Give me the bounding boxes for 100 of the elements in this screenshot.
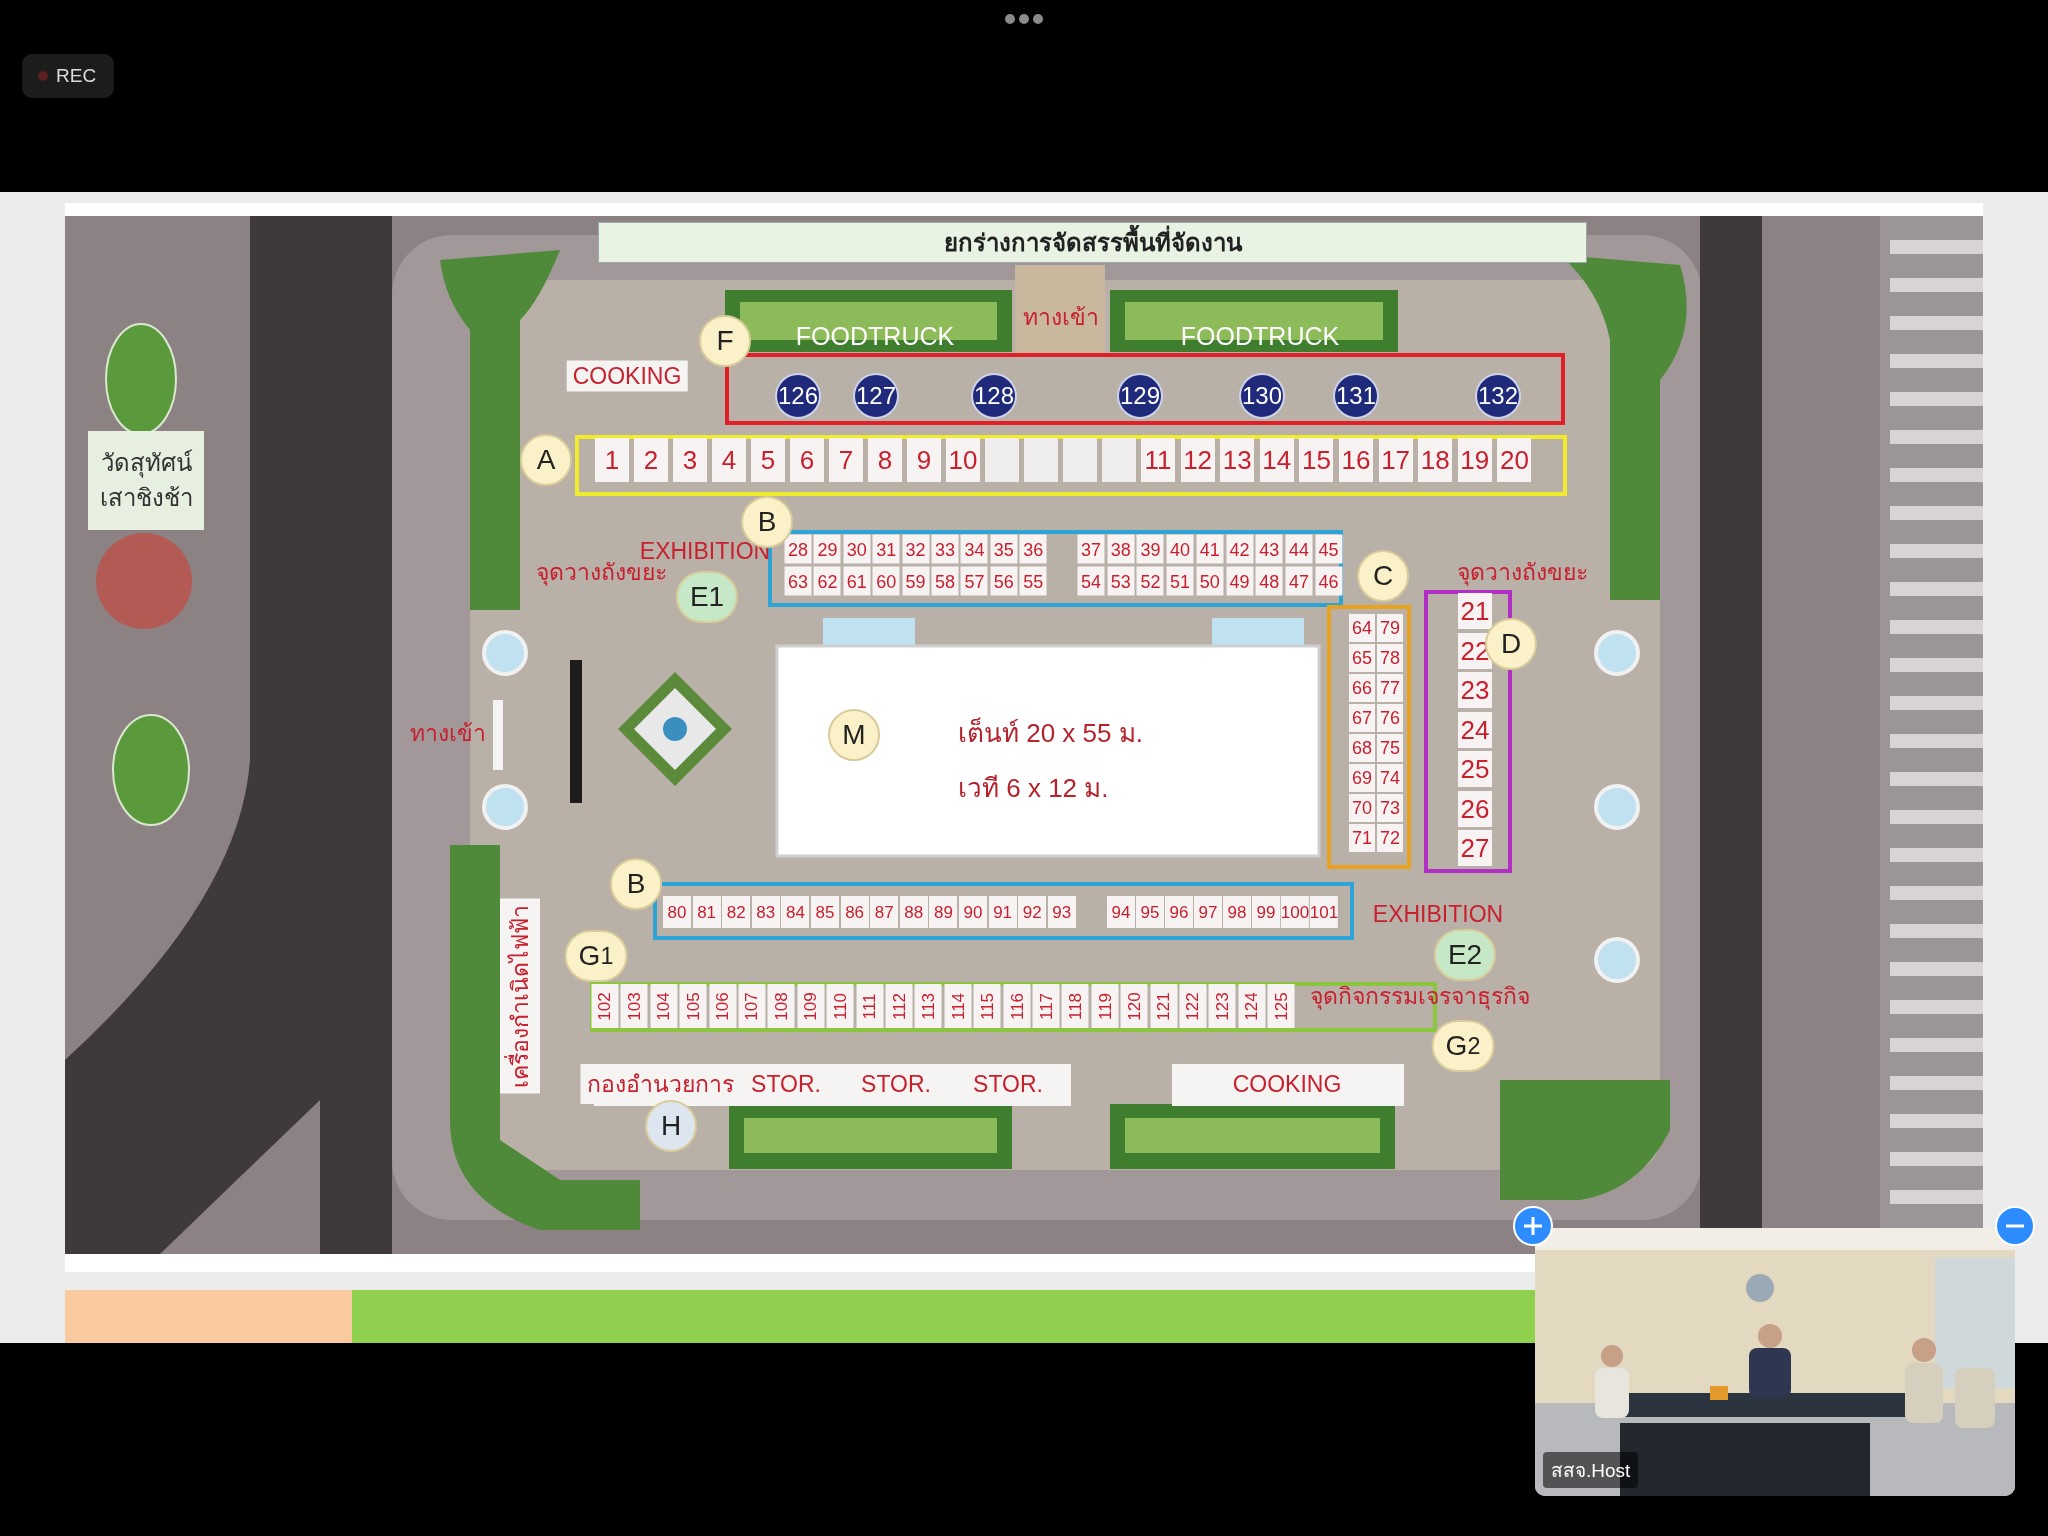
booth-tile: 9 xyxy=(907,438,941,482)
booth-tile: 51 xyxy=(1166,566,1194,596)
booth-tile: 79 xyxy=(1377,614,1403,642)
booth-tile: 49 xyxy=(1226,566,1253,596)
booth-tile: 81 xyxy=(692,896,721,928)
booth-tile: 73 xyxy=(1377,794,1403,822)
booth-tile: 15 xyxy=(1299,438,1334,482)
area-label: COOKING xyxy=(566,360,688,392)
booth-tile: 61 xyxy=(843,566,871,596)
blank-booth xyxy=(985,438,1019,482)
booth-tile: 75 xyxy=(1377,734,1403,762)
booth-tile: 80 xyxy=(663,896,691,928)
area-label: FOODTRUCK xyxy=(1180,321,1340,351)
booth-tile: 85 xyxy=(811,896,839,928)
booth-tile: 100 xyxy=(1280,896,1310,928)
area-label: ทางเข้า xyxy=(1023,303,1099,332)
booth-tile: 68 xyxy=(1349,734,1375,762)
booth-tile: 64 xyxy=(1349,614,1375,642)
booth-tile: 52 xyxy=(1136,566,1164,596)
booth-tile: 55 xyxy=(1019,566,1047,596)
booth-tile: 54 xyxy=(1077,566,1105,596)
booth-tile: 115 xyxy=(973,984,1001,1028)
booth-tile: 77 xyxy=(1377,674,1403,702)
booth-tile: 13 xyxy=(1220,438,1255,482)
booth-tile: 90 xyxy=(959,896,987,928)
tent-note: เต็นท์ 20 x 55 ม. เวที 6 x 12 ม. xyxy=(958,716,1143,805)
booth-tile: 119 xyxy=(1091,984,1119,1028)
booth-tile: 46 xyxy=(1315,566,1343,596)
booth-tile: 66 xyxy=(1349,674,1375,702)
booth-tile: 72 xyxy=(1377,824,1403,852)
place-sign: วัดสุทัศน์ เสาชิงช้า xyxy=(88,431,204,530)
booth-tile: 17 xyxy=(1378,438,1413,482)
booth-tile: 113 xyxy=(914,984,942,1028)
booth-tile: 69 xyxy=(1349,764,1375,792)
blank-booth xyxy=(1024,438,1058,482)
booth-tile: 3 xyxy=(673,438,707,482)
booth-tile: 65 xyxy=(1349,644,1375,672)
booth-tile: 34 xyxy=(960,534,988,564)
area-label: จุดวางถังขยะ xyxy=(1456,558,1588,588)
booth-tile: 63 xyxy=(784,566,812,596)
booth-tile: 112 xyxy=(885,984,913,1028)
booth-tile: 110 xyxy=(826,984,854,1028)
slide-title: ยกร่างการจัดสรรพื้นที่จัดงาน xyxy=(598,222,1587,263)
booth-tile: 88 xyxy=(899,896,928,928)
booth-tile: 104 xyxy=(650,984,678,1028)
booth-tile: 47 xyxy=(1285,566,1313,596)
booth-tile: 31 xyxy=(872,534,900,564)
booth-tile: 21 xyxy=(1458,593,1492,629)
booth-tile: 67 xyxy=(1349,704,1375,732)
booth-tile: 20 xyxy=(1497,438,1532,482)
booth-tile: 1 xyxy=(595,438,629,482)
booth-tile: 106 xyxy=(709,984,737,1028)
booth-tile: 10 xyxy=(946,438,980,482)
booth-tile: 16 xyxy=(1339,438,1373,482)
booth-tile: 35 xyxy=(990,534,1018,564)
booth-tile: 25 xyxy=(1458,751,1492,787)
booth-tile: 124 xyxy=(1238,984,1266,1028)
zoom-in-icon[interactable] xyxy=(1513,1206,1553,1246)
booth-tile: 95 xyxy=(1136,896,1164,928)
booth-tile: 7 xyxy=(829,438,863,482)
blank-booth xyxy=(1063,438,1097,482)
more-icon[interactable] xyxy=(1004,13,1044,25)
booth-tile: 50 xyxy=(1196,566,1224,596)
booth-tile: 57 xyxy=(960,566,988,596)
booth-tile: 107 xyxy=(738,984,766,1028)
booth-tile: 12 xyxy=(1180,438,1215,482)
booth-tile: 37 xyxy=(1077,534,1105,564)
booth-tile: 2 xyxy=(634,438,668,482)
booth-tile: 23 xyxy=(1458,672,1492,708)
booth-tile: 83 xyxy=(751,896,780,928)
booth-tile: 118 xyxy=(1061,984,1089,1028)
booth-tile: 82 xyxy=(722,896,751,928)
booth-tile: 48 xyxy=(1255,566,1283,596)
booth-tile: 84 xyxy=(781,896,810,928)
booth-tile: 71 xyxy=(1349,824,1375,852)
booth-tile: 45 xyxy=(1315,534,1343,564)
booth-tile: 36 xyxy=(1019,534,1047,564)
booth-tile: 74 xyxy=(1377,764,1403,792)
booth-tile: 70 xyxy=(1349,794,1375,822)
booth-tile: 19 xyxy=(1457,438,1492,482)
booth-tile: 44 xyxy=(1285,534,1313,564)
area-label: FOODTRUCK xyxy=(795,321,955,351)
booth-tile: 105 xyxy=(679,984,707,1028)
video-tile[interactable]: สสจ.Host xyxy=(1535,1228,2015,1496)
booth-tile: 27 xyxy=(1458,830,1492,866)
booth-tile: 30 xyxy=(843,534,871,564)
zoom-out-icon[interactable] xyxy=(1995,1206,2035,1246)
booth-tile: 39 xyxy=(1136,534,1164,564)
booth-tile: 103 xyxy=(620,984,648,1028)
booth-tile: 117 xyxy=(1032,984,1060,1028)
participant-name: สสจ.Host xyxy=(1543,1452,1639,1488)
booth-tile: 94 xyxy=(1107,896,1135,928)
booth-tile: 91 xyxy=(988,896,1017,928)
booth-tile: 97 xyxy=(1194,896,1222,928)
booth-tile: 114 xyxy=(944,984,972,1028)
booth-tile: 101 xyxy=(1309,896,1339,928)
booth-tile: 11 xyxy=(1141,438,1175,482)
booth-tile: 123 xyxy=(1208,984,1236,1028)
booth-tile: 8 xyxy=(868,438,902,482)
booth-tile: 87 xyxy=(870,896,899,928)
